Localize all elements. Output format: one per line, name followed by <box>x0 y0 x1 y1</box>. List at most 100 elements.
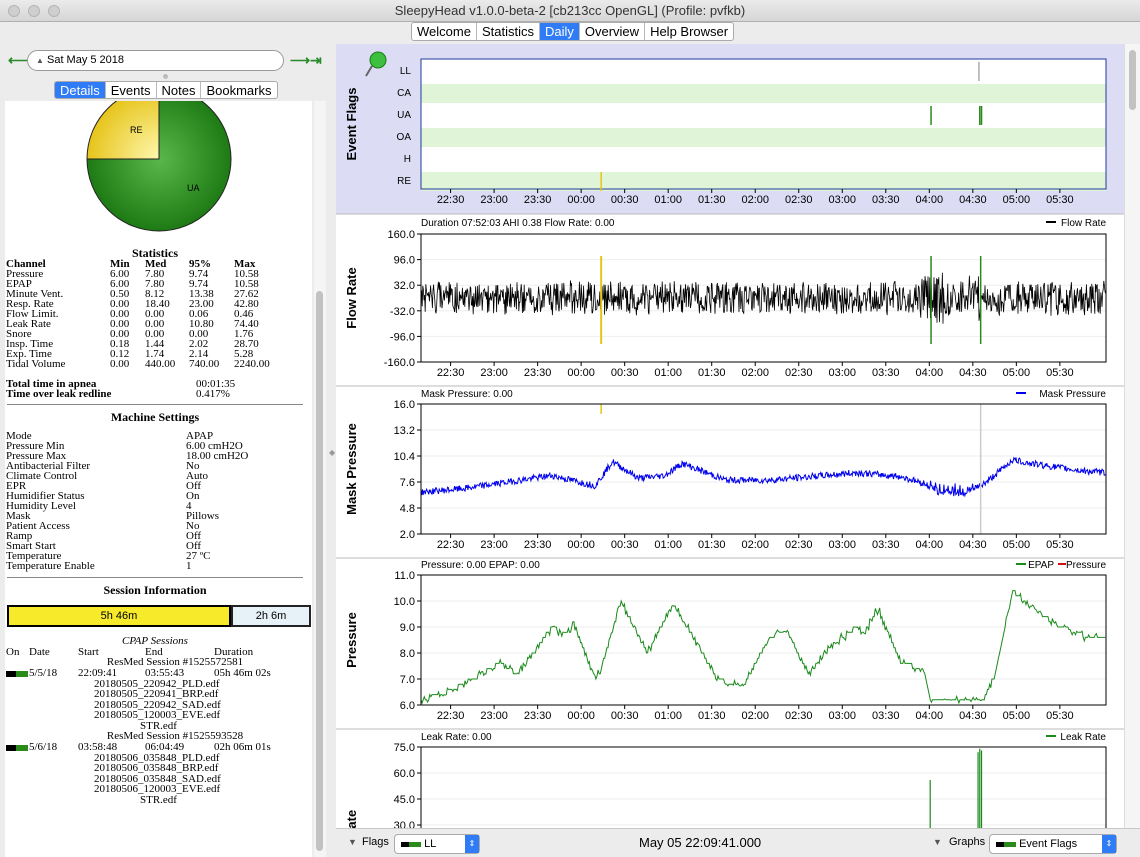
divider <box>7 404 303 405</box>
setting-row: Humidity Level 4 <box>5 501 295 512</box>
tab-welcome[interactable]: Welcome <box>412 23 477 40</box>
session-toggle[interactable] <box>6 670 28 677</box>
y-tick-label: -160.0 <box>384 357 415 369</box>
tab-details[interactable]: Details <box>55 82 106 98</box>
tab-help-browser[interactable]: Help Browser <box>645 23 733 40</box>
x-tick-label: 05:30 <box>1046 710 1074 722</box>
event-flags-plot[interactable] <box>421 59 1106 189</box>
mask-pressure-plot[interactable] <box>420 403 1107 535</box>
tab-statistics[interactable]: Statistics <box>477 23 540 40</box>
x-tick-label: 01:00 <box>654 539 682 551</box>
session-start: 03:58:48 <box>78 740 118 753</box>
session-file[interactable]: 20180505_220941_BRP.edf <box>5 689 305 700</box>
x-tick-label: 03:00 <box>829 367 857 379</box>
session-file[interactable]: 20180505_120003_EVE.edf <box>5 710 305 721</box>
y-tick-label: 7.0 <box>400 674 415 686</box>
x-tick-label: 03:00 <box>829 710 857 722</box>
x-tick-label: 04:00 <box>916 367 944 379</box>
session-item[interactable]: ResMed Session #1525593528 5/6/18 03:58:48… <box>5 731 305 805</box>
stats-value: 440.00 <box>145 358 176 370</box>
summary-table: Total time in apnea 00:01:35 Time over le… <box>5 379 295 400</box>
session-item[interactable]: ResMed Session #1525572581 5/5/18 22:09:41… <box>5 657 305 731</box>
flag-row-label: UA <box>397 110 411 121</box>
y-tick-label: 32.0 <box>394 280 415 292</box>
x-tick-label: 01:30 <box>698 539 726 551</box>
x-tick-label: 00:00 <box>567 194 595 206</box>
graph-scrollbar[interactable] <box>1124 44 1140 828</box>
session-end: 03:55:43 <box>145 666 185 679</box>
mask-pressure-ylabel: Mask Pressure <box>344 423 359 515</box>
splitter-handle-icon[interactable]: ◆ <box>329 448 335 457</box>
setting-label: Climate Control <box>6 470 78 482</box>
flow-rate-info: Duration 07:52:03 AHI 0.38 Flow Rate: 0.… <box>421 218 615 229</box>
pressure-plot[interactable] <box>420 574 1107 706</box>
stats-channel: Tidal Volume <box>6 358 66 370</box>
zoom-window-icon[interactable] <box>48 5 60 17</box>
x-tick-label: 00:30 <box>611 710 639 722</box>
flag-row-label: H <box>404 154 411 165</box>
session-file[interactable]: 20180506_035848_BRP.edf <box>5 763 305 774</box>
stats-value: 740.00 <box>189 358 220 370</box>
bottom-bar: ▼ Flags LL ⇕ May 05 22:09:41.000 ▼ Graph… <box>336 828 1140 857</box>
graphs-expand-icon[interactable]: ▼ <box>933 837 942 847</box>
arrow-left-icon[interactable]: ⟵ <box>8 52 28 69</box>
statistics-table: Channel Min Med 95% Max Pressure 6.00 7.80… <box>5 259 295 370</box>
calendar-toggle-icon[interactable]: ▲ <box>36 56 44 65</box>
arrow-right-end-icon[interactable]: ⇥ <box>310 52 322 69</box>
graphs-select[interactable]: Event Flags ⇕ <box>989 834 1117 854</box>
flags-select[interactable]: LL ⇕ <box>394 834 480 854</box>
session-row: 5/5/18 22:09:41 03:55:43 05h 46m 02s <box>5 666 305 679</box>
y-tick-label: 2.0 <box>400 529 415 541</box>
flow-rate-series <box>420 272 1106 324</box>
x-tick-label: 22:30 <box>437 194 465 206</box>
flag-row-band <box>421 84 1106 103</box>
tab-daily[interactable]: Daily <box>539 23 580 40</box>
session-file[interactable]: 20180506_120003_EVE.edf <box>5 784 305 795</box>
flags-select-value: LL <box>424 838 437 850</box>
date-picker[interactable]: ▲ Sat May 5 2018 <box>27 50 284 71</box>
tab-events[interactable]: Events <box>106 82 157 98</box>
details-scroll-thumb[interactable] <box>316 291 323 851</box>
chevron-updown-icon[interactable]: ⇕ <box>1102 835 1116 853</box>
x-tick-label: 00:00 <box>567 710 595 722</box>
session-toggle[interactable] <box>6 744 28 751</box>
tab-overview[interactable]: Overview <box>580 23 646 40</box>
setting-value: Auto <box>186 470 208 482</box>
left-panel: ⟵ ▲ Sat May 5 2018 ⟶ ⇥ Details Events No… <box>0 44 333 857</box>
x-tick-label: 23:30 <box>524 710 552 722</box>
sessions-header-date: Date <box>29 646 50 658</box>
date-value: Sat May 5 2018 <box>46 54 125 66</box>
y-tick-label: 10.4 <box>394 451 415 463</box>
setting-value: 18.00 cmH2O <box>186 450 249 462</box>
x-tick-label: 05:00 <box>1003 194 1031 206</box>
sessions-header-duration: Duration <box>214 646 254 658</box>
leak-rate-plot[interactable] <box>420 746 1107 857</box>
session-bar-segment-1[interactable]: 5h 46m <box>7 605 231 627</box>
session-duration: 02h 06m 01s <box>214 740 271 753</box>
flags-expand-icon[interactable]: ▼ <box>348 837 357 847</box>
flag-row-label: CA <box>397 88 411 99</box>
y-tick-label: 11.0 <box>394 570 415 582</box>
minimize-window-icon[interactable] <box>28 5 40 17</box>
setting-value: 1 <box>186 560 192 572</box>
splitter-handle[interactable] <box>163 74 168 79</box>
close-window-icon[interactable] <box>8 5 20 17</box>
pressure-info: Pressure: 0.00 EPAP: 0.00 <box>421 560 540 571</box>
details-scrollbar[interactable] <box>314 101 326 857</box>
title-bar: SleepyHead v1.0.0-beta-2 [cb213cc OpenGL… <box>0 0 1140 22</box>
setting-value: On <box>186 490 200 502</box>
x-tick-label: 22:30 <box>437 539 465 551</box>
session-date: 5/6/18 <box>29 740 58 753</box>
tab-notes[interactable]: Notes <box>157 82 202 98</box>
x-tick-label: 03:00 <box>829 539 857 551</box>
graphs-select-value: Event Flags <box>1019 838 1078 850</box>
chevron-updown-icon[interactable]: ⇕ <box>465 835 479 853</box>
setting-row: Temperature Enable 1 <box>5 560 295 572</box>
arrow-right-icon[interactable]: ⟶ <box>290 52 310 69</box>
x-tick-label: 02:30 <box>785 367 813 379</box>
flag-row-band <box>421 128 1106 147</box>
graph-scroll-thumb[interactable] <box>1129 50 1136 110</box>
session-bar-segment-2[interactable]: 2h 6m <box>231 605 311 627</box>
session-file[interactable]: STR.edf <box>5 794 305 806</box>
tab-bookmarks[interactable]: Bookmarks <box>201 82 276 98</box>
